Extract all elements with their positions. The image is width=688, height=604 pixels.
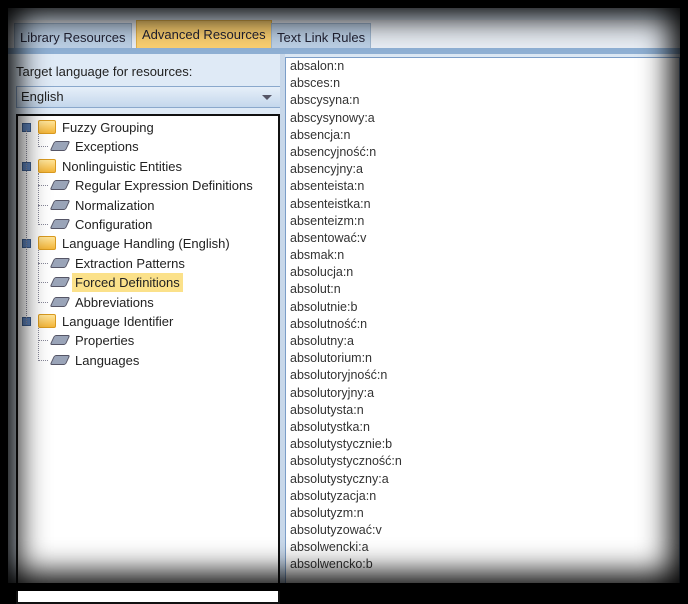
chevron-down-icon bbox=[262, 95, 272, 100]
list-item[interactable]: absolutystyczność:n bbox=[286, 453, 679, 470]
list-item[interactable]: absolutystyczny:a bbox=[286, 471, 679, 488]
list-item[interactable]: absalon:n bbox=[286, 58, 679, 75]
tree-node-label: Forced Definitions bbox=[72, 273, 183, 293]
resource-icon bbox=[49, 257, 71, 268]
tree-node-label: Fuzzy Grouping bbox=[62, 120, 154, 135]
tree-connector bbox=[38, 146, 48, 148]
list-item[interactable]: absolutystycznie:b bbox=[286, 436, 679, 453]
left-panel: Target language for resources: English F… bbox=[8, 54, 281, 604]
resource-tree: Fuzzy Grouping Exceptions Nonlinguistic En… bbox=[16, 114, 280, 604]
tree-connector bbox=[26, 130, 27, 324]
resource-icon bbox=[49, 219, 71, 229]
resource-icon bbox=[49, 296, 71, 307]
list-item[interactable]: absencyjny:a bbox=[286, 161, 679, 178]
tree-node-label: Languages bbox=[75, 352, 140, 368]
tree-connector bbox=[38, 185, 48, 187]
tree-connector bbox=[38, 262, 48, 264]
tree-node-label: Exceptions bbox=[75, 139, 139, 155]
tab-bar: Library Resources Advanced Resources Tex… bbox=[0, 20, 688, 50]
folder-icon bbox=[38, 158, 56, 173]
tree-connector bbox=[38, 282, 48, 284]
resource-icon bbox=[49, 354, 71, 365]
tree-connector bbox=[38, 340, 48, 342]
target-language-label: Target language for resources: bbox=[16, 64, 193, 79]
resource-icon bbox=[49, 335, 71, 346]
folder-icon bbox=[38, 236, 56, 251]
tree-connector bbox=[38, 134, 39, 148]
list-item[interactable]: absenteizm:n bbox=[286, 213, 679, 230]
tab-library-resources[interactable]: Library Resources bbox=[14, 23, 132, 50]
tab-text-link-rules[interactable]: Text Link Rules bbox=[271, 23, 372, 50]
list-item[interactable]: absolutnie:b bbox=[286, 299, 679, 316]
forced-definitions-list: absalon:n absces:n abscysyna:n abscysynowy:… bbox=[285, 57, 680, 591]
tree-connector bbox=[38, 224, 48, 225]
language-dropdown[interactable]: English bbox=[16, 86, 281, 108]
list-item[interactable]: absolutność:n bbox=[286, 316, 679, 333]
tree-node-label: Configuration bbox=[75, 217, 153, 232]
tree-node-label: Properties bbox=[75, 333, 135, 349]
tree-node-label: Extraction Patterns bbox=[75, 255, 185, 271]
resource-icon bbox=[49, 277, 71, 288]
list-item[interactable]: absolutysta:n bbox=[286, 402, 679, 419]
tree-connector bbox=[38, 172, 39, 225]
list-item[interactable]: absencja:n bbox=[286, 127, 679, 144]
list-item[interactable]: absolut:n bbox=[286, 281, 679, 298]
tree-connector bbox=[38, 301, 48, 303]
list-item[interactable]: absolutyzacja:n bbox=[286, 488, 679, 505]
list-item[interactable]: abscysyna:n bbox=[286, 92, 679, 109]
list-item[interactable]: absolutoryjny:a bbox=[286, 385, 679, 402]
tree-node-label: Regular Expression Definitions bbox=[75, 178, 253, 194]
list-item[interactable]: absencyjność:n bbox=[286, 144, 679, 161]
resource-icon bbox=[49, 141, 71, 152]
list-item[interactable]: absolutoryjność:n bbox=[286, 367, 679, 384]
resource-icon bbox=[49, 199, 71, 210]
list-item[interactable]: absentować:v bbox=[286, 230, 679, 247]
tree-connector bbox=[38, 204, 48, 206]
tree-connector bbox=[38, 250, 39, 303]
tree-node-label: Language Handling (English) bbox=[62, 236, 230, 252]
tree-node-label: Language Identifier bbox=[62, 314, 174, 329]
list-item[interactable]: absmak:n bbox=[286, 247, 679, 264]
tree-node-label: Normalization bbox=[75, 197, 155, 213]
list-item[interactable]: absolutorium:n bbox=[286, 350, 679, 367]
list-item[interactable]: absolutny:a bbox=[286, 333, 679, 350]
list-item[interactable]: absolutyzować:v bbox=[286, 522, 679, 539]
list-item[interactable]: absolwencko:b bbox=[286, 556, 679, 573]
folder-icon bbox=[38, 120, 56, 134]
list-item[interactable]: abscysynowy:a bbox=[286, 110, 679, 127]
folder-icon bbox=[38, 314, 56, 328]
list-item[interactable]: absenteistka:n bbox=[286, 196, 679, 213]
list-item[interactable]: absces:n bbox=[286, 75, 679, 92]
tree-connector bbox=[38, 359, 48, 361]
list-item[interactable]: absolutystka:n bbox=[286, 419, 679, 436]
tree-node-label: Nonlinguistic Entities bbox=[62, 158, 182, 174]
resource-icon bbox=[49, 180, 71, 191]
tree-node-label: Abbreviations bbox=[75, 294, 154, 310]
app-window: Library Resources Advanced Resources Tex… bbox=[0, 0, 688, 604]
list-item[interactable]: absolwencki:a bbox=[286, 539, 679, 556]
tab-advanced-resources[interactable]: Advanced Resources bbox=[136, 20, 272, 50]
tree-connector bbox=[38, 328, 39, 361]
language-value: English bbox=[21, 89, 64, 104]
list-item[interactable]: absenteista:n bbox=[286, 178, 679, 195]
list-item[interactable]: absolucja:n bbox=[286, 264, 679, 281]
list-item[interactable]: absolutyzm:n bbox=[286, 505, 679, 522]
